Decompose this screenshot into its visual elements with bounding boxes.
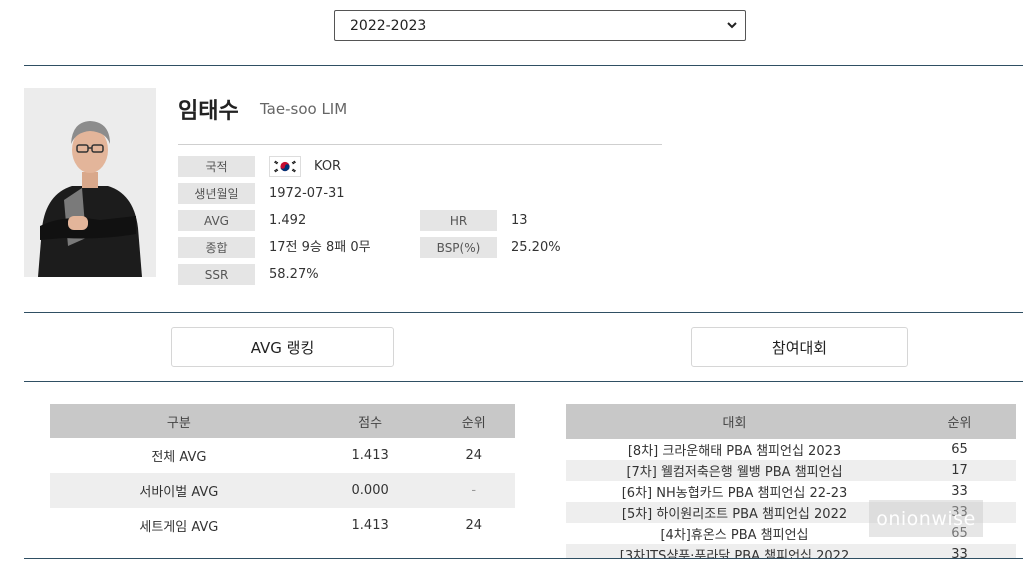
table-cell: 1.413 xyxy=(351,518,389,533)
chevron-down-icon xyxy=(727,22,737,29)
tournament-name: [8차] 크라운해태 PBA 챔피언십 2023 xyxy=(627,444,842,459)
tournament-name: [3차]TS샴푸·푸라닭 PBA 챔피언십 2022 xyxy=(566,544,903,558)
tab-tournaments[interactable]: 참여대회 xyxy=(691,327,908,367)
tournament-name: [7차] 웰컴저축은행 웰뱅 PBA 챔피언십 xyxy=(566,460,903,481)
column-header: 순위 xyxy=(432,404,515,438)
tournament-name: [5차] 하이원리조트 PBA 챔피언십 2022 xyxy=(566,502,903,523)
table-row[interactable]: [3차]TS샴푸·푸라닭 PBA 챔피언십 2022 33 xyxy=(566,544,1016,558)
bsp-label: BSP(%) xyxy=(420,237,497,258)
table-cell: 24 xyxy=(465,518,483,533)
name-divider xyxy=(178,144,662,145)
tournament-rank: 33 xyxy=(951,484,968,499)
table-row[interactable]: [7차] 웰컴저축은행 웰뱅 PBA 챔피언십 17 xyxy=(566,460,1016,481)
table-cell: 0.000 xyxy=(307,473,433,508)
tournament-name: [6차] NH농협카드 PBA 챔피언십 22-23 xyxy=(621,486,848,501)
nationality-value: KOR xyxy=(314,159,342,174)
season-select[interactable]: 2022-2023 xyxy=(334,10,746,41)
table-header-row: 구분 점수 순위 xyxy=(50,404,515,438)
table-row: 전체 AVG 1.413 24 xyxy=(50,438,515,473)
column-header: 대회 xyxy=(566,404,903,439)
tournament-rank: 65 xyxy=(951,442,968,457)
table-cell: - xyxy=(432,473,515,508)
table-cell: 세트게임 AVG xyxy=(139,520,219,535)
hr-label: HR xyxy=(420,210,497,231)
tournament-name: [4차]휴온스 PBA 챔피언십 xyxy=(660,528,809,543)
table-cell: 전체 AVG xyxy=(151,450,207,465)
tournament-rank: 33 xyxy=(903,544,1016,558)
birth-value: 1972-07-31 xyxy=(269,186,345,201)
ssr-value: 58.27% xyxy=(269,267,319,282)
table-cell: 서바이벌 AVG xyxy=(50,473,308,508)
divider xyxy=(24,558,1023,559)
divider xyxy=(24,312,1023,313)
table-row[interactable]: [8차] 크라운해태 PBA 챔피언십 2023 65 xyxy=(566,439,1016,460)
record-value: 17전 9승 8패 0무 xyxy=(269,240,371,255)
column-header: 점수 xyxy=(307,404,433,438)
table-cell: 1.413 xyxy=(351,448,389,463)
tournament-rank: 17 xyxy=(903,460,1016,481)
hr-value: 13 xyxy=(511,213,528,228)
season-select-value: 2022-2023 xyxy=(350,17,427,34)
column-header: 순위 xyxy=(903,404,1016,439)
ssr-label: SSR xyxy=(178,264,255,285)
table-header-row: 대회 순위 xyxy=(566,404,1016,439)
avg-label: AVG xyxy=(178,210,255,231)
korea-flag-icon xyxy=(269,156,301,177)
avg-value: 1.492 xyxy=(269,213,307,228)
table-cell: 24 xyxy=(465,448,483,463)
divider xyxy=(24,381,1023,382)
record-label: 종합 xyxy=(178,237,255,258)
table-row: 세트게임 AVG 1.413 24 xyxy=(50,508,515,543)
player-name-english: Tae-soo LIM xyxy=(260,100,348,118)
column-header: 구분 xyxy=(50,404,308,438)
nationality-label: 국적 xyxy=(178,156,255,177)
tab-avg-ranking[interactable]: AVG 랭킹 xyxy=(171,327,394,367)
player-photo xyxy=(24,88,156,277)
table-row: 서바이벌 AVG 0.000 - xyxy=(50,473,515,508)
avg-ranking-table: 구분 점수 순위 전체 AVG 1.413 24 서바이벌 AVG 0.000 … xyxy=(50,404,515,543)
divider xyxy=(24,65,1023,66)
birth-label: 생년월일 xyxy=(178,183,255,204)
bsp-value: 25.20% xyxy=(511,240,561,255)
watermark: onionwise xyxy=(869,500,983,537)
table-row[interactable]: [6차] NH농협카드 PBA 챔피언십 22-23 33 xyxy=(566,481,1016,502)
player-name-korean: 임태수 xyxy=(178,99,239,124)
